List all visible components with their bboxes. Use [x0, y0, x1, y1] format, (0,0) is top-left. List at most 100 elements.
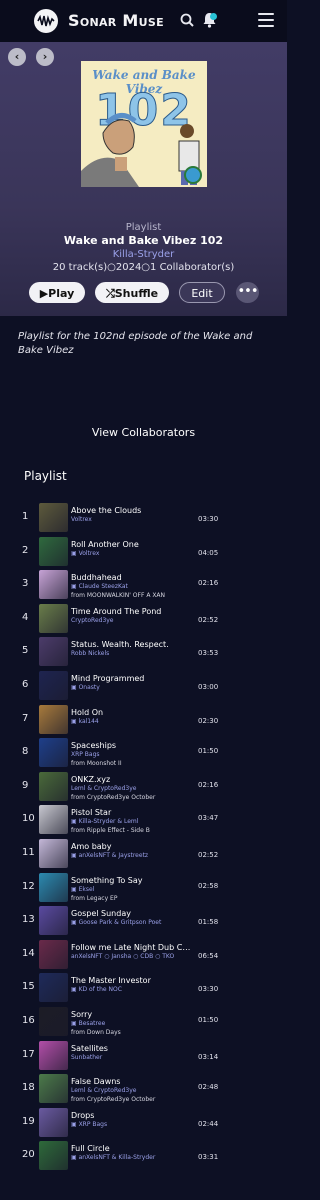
track-row[interactable]: 16 Sorry ▣ Besatree from Down Days 01:50 — [0, 1007, 287, 1037]
track-title[interactable]: Above the Clouds — [71, 506, 193, 515]
track-row[interactable]: 8 Spaceships XRP Bags from Moonshot II 01:50 — [0, 738, 287, 768]
track-artwork[interactable] — [39, 1040, 68, 1070]
play-button[interactable]: ▶Play — [29, 282, 85, 303]
track-row[interactable]: 20 Full Circle ▣ anXelsNFT & Killa-Stryder… — [0, 1141, 287, 1171]
track-title[interactable]: Roll Another One — [71, 540, 193, 549]
track-title[interactable]: Hold On — [71, 708, 193, 717]
track-artwork[interactable] — [39, 637, 68, 667]
track-artwork[interactable] — [39, 1074, 68, 1104]
track-title[interactable]: ONKZ.xyz — [71, 775, 193, 784]
track-row[interactable]: 10 Pistol Star ▣ Killa-Stryder & Leml from … — [0, 805, 287, 835]
track-row[interactable]: 12 Something To Say ▣ Eksel from Legacy EP 0… — [0, 872, 287, 903]
track-artist[interactable]: Sunbather — [71, 1054, 193, 1061]
track-artist[interactable]: ▣ Goose Park & Gritpson Poet — [71, 919, 193, 926]
track-artwork[interactable] — [39, 1007, 68, 1036]
forward-button[interactable]: › — [36, 48, 54, 66]
track-title[interactable]: Follow me Late Night Dub CDB r… — [71, 943, 193, 952]
track-artwork[interactable] — [39, 906, 68, 936]
track-artist[interactable]: CryptoRed3ye — [71, 617, 193, 624]
track-artist[interactable]: ▣ Killa-Stryder & Leml — [71, 818, 193, 825]
track-artwork[interactable] — [39, 1107, 68, 1137]
track-row[interactable]: 2 Roll Another One ▣ Voltrex 04:05 — [0, 536, 287, 567]
track-title[interactable]: Sorry — [71, 1010, 193, 1019]
track-album[interactable]: from Down Days — [71, 1029, 201, 1036]
track-row[interactable]: 13 Gospel Sunday ▣ Goose Park & Gritpson P… — [0, 906, 287, 936]
track-artist[interactable]: Voltrex — [71, 516, 193, 523]
track-artwork[interactable] — [39, 738, 68, 768]
track-row[interactable]: 19 Drops ▣ XRP Bags 02:44 — [0, 1107, 287, 1138]
track-title[interactable]: Pistol Star — [71, 808, 193, 817]
track-artwork[interactable] — [39, 973, 68, 1003]
track-artist[interactable]: ▣ Claude SteezKat — [71, 583, 193, 590]
track-album[interactable]: from CryptoRed3ye October — [71, 1096, 201, 1103]
track-artwork[interactable] — [39, 771, 68, 801]
track-duration: 02:52 — [198, 851, 219, 859]
track-row[interactable]: 14 Follow me Late Night Dub CDB r…anXelsN… — [0, 939, 287, 970]
track-artwork[interactable] — [39, 939, 68, 969]
track-artist[interactable]: ▣ anXelsNFT & Jaystreetz — [71, 852, 193, 859]
track-artwork[interactable] — [39, 805, 68, 835]
track-row[interactable]: 3 Buddhahead ▣ Claude SteezKat from MOONWAL… — [0, 570, 287, 600]
more-options-button[interactable]: ••• — [236, 282, 259, 303]
brand-name[interactable]: Sonar Muse — [68, 11, 164, 30]
track-artist[interactable]: ▣ Onasty — [71, 684, 193, 691]
track-artwork[interactable] — [39, 570, 68, 600]
track-artist[interactable]: ▣ XRP Bags — [71, 1121, 193, 1128]
menu-icon[interactable] — [258, 13, 274, 27]
track-row[interactable]: 7 Hold On ▣ kal144 02:30 — [0, 704, 287, 735]
track-title[interactable]: False Dawns — [71, 1077, 193, 1086]
track-artwork[interactable] — [39, 536, 68, 566]
track-title[interactable]: Buddhahead — [71, 573, 193, 582]
back-button[interactable]: ‹ — [8, 48, 26, 66]
logo-icon[interactable] — [34, 9, 58, 33]
track-artist[interactable]: ▣ KD of the NOC — [71, 986, 193, 993]
track-album[interactable]: from CryptoRed3ye October — [71, 794, 201, 801]
track-row[interactable]: 17 Satellites Sunbather 03:14 — [0, 1040, 287, 1071]
track-artwork[interactable] — [39, 671, 68, 700]
track-row[interactable]: 4 Time Around The Pond CryptoRed3ye 02:52 — [0, 603, 287, 634]
track-title[interactable]: Mind Programmed — [71, 674, 193, 683]
track-title[interactable]: Time Around The Pond — [71, 607, 193, 616]
track-row[interactable]: 18 False Dawns Leml & CryptoRed3ye from Cry… — [0, 1074, 287, 1104]
track-title[interactable]: Drops — [71, 1111, 193, 1120]
track-row[interactable]: 15 The Master Investor ▣ KD of the NOC 03:3… — [0, 973, 287, 1003]
track-artist[interactable]: Robb Nickels — [71, 650, 193, 657]
track-artwork[interactable] — [39, 839, 68, 868]
track-title[interactable]: The Master Investor — [71, 976, 193, 985]
track-artwork[interactable] — [39, 872, 68, 902]
track-title[interactable]: Amo baby — [71, 842, 193, 851]
track-album[interactable]: from MOONWALKIN' OFF A XAN — [71, 592, 201, 599]
track-row[interactable]: 11 Amo baby ▣ anXelsNFT & Jaystreetz 02:52 — [0, 839, 287, 869]
track-artwork[interactable] — [39, 1141, 68, 1171]
track-title[interactable]: Something To Say — [71, 876, 193, 885]
track-title[interactable]: Full Circle — [71, 1144, 193, 1153]
track-artwork[interactable] — [39, 603, 68, 633]
track-album[interactable]: from Legacy EP — [71, 895, 201, 902]
track-artist[interactable]: XRP Bags — [71, 751, 193, 758]
track-title[interactable]: Status. Wealth. Respect. — [71, 640, 193, 649]
track-artist[interactable]: ▣ Eksel — [71, 886, 193, 893]
track-artist[interactable]: ▣ Voltrex — [71, 550, 193, 557]
track-artwork[interactable] — [39, 503, 68, 532]
playlist-owner-link[interactable]: Killa-Stryder — [0, 249, 287, 260]
shuffle-button[interactable]: ⤮Shuffle — [95, 282, 169, 303]
track-row[interactable]: 6 Mind Programmed ▣ Onasty 03:00 — [0, 671, 287, 701]
track-album[interactable]: from Ripple Effect - Side B — [71, 827, 201, 834]
track-title[interactable]: Gospel Sunday — [71, 909, 193, 918]
track-row[interactable]: 1 Above the Clouds Voltrex 03:30 — [0, 503, 287, 533]
track-artist[interactable]: ▣ Besatree — [71, 1020, 193, 1027]
track-artwork[interactable] — [39, 704, 68, 734]
track-title[interactable]: Spaceships — [71, 741, 193, 750]
view-collaborators-link[interactable]: View Collaborators — [0, 426, 287, 439]
edit-button[interactable]: Edit — [179, 282, 225, 303]
track-album[interactable]: from Moonshot II — [71, 760, 201, 767]
track-artist[interactable]: Leml & CryptoRed3ye — [71, 1087, 193, 1094]
track-row[interactable]: 5 Status. Wealth. Respect. Robb Nickels 03:… — [0, 637, 287, 667]
track-artist[interactable]: ▣ anXelsNFT & Killa-Stryder — [71, 1154, 193, 1161]
track-title[interactable]: Satellites — [71, 1044, 193, 1053]
track-artist[interactable]: Leml & CryptoRed3ye — [71, 785, 193, 792]
track-artist[interactable]: anXelsNFT ○ Jansha ○ CDB ○ TKO — [71, 953, 193, 960]
track-row[interactable]: 9 ONKZ.xyz Leml & CryptoRed3ye from CryptoR… — [0, 771, 287, 802]
search-icon[interactable] — [180, 13, 194, 27]
track-artist[interactable]: ▣ kal144 — [71, 718, 193, 725]
